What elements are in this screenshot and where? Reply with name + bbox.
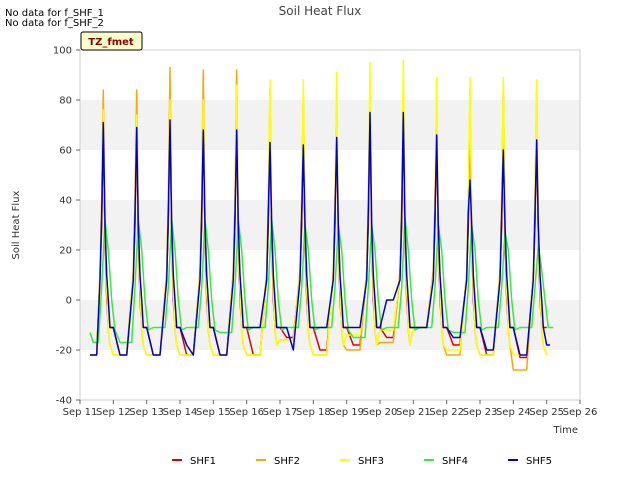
x-tick-label: Sep 15 (196, 407, 231, 418)
x-tick-label: Sep 12 (96, 407, 131, 418)
grid-band (80, 50, 580, 100)
x-tick-label: Sep 26 (563, 407, 598, 418)
y-axis-title: Soil Heat Flux (11, 190, 22, 259)
x-tick-label: Sep 11 (63, 407, 98, 418)
x-tick-label: Sep 17 (263, 407, 298, 418)
soil-heat-flux-chart: -40-20020406080100 Sep 11Sep 12Sep 13Sep… (11, 4, 598, 467)
y-tick-label: -20 (56, 346, 72, 357)
y-tick-label: 80 (59, 96, 72, 107)
x-axis: Sep 11Sep 12Sep 13Sep 14Sep 15Sep 16Sep … (63, 400, 598, 418)
legend-label-shf4: SHF4 (442, 456, 468, 467)
chart-title: Soil Heat Flux (279, 4, 362, 18)
x-tick-label: Sep 22 (429, 407, 464, 418)
x-tick-label: Sep 19 (329, 407, 364, 418)
legend-label-shf1: SHF1 (190, 456, 216, 467)
x-tick-label: Sep 16 (229, 407, 264, 418)
y-tick-label: 100 (53, 46, 72, 57)
y-tick-label: 20 (59, 246, 72, 257)
x-tick-label: Sep 18 (296, 407, 331, 418)
grid-band (80, 100, 580, 150)
y-tick-label: 60 (59, 146, 72, 157)
station-badge-label: TZ_fmet (88, 37, 134, 48)
legend-label-shf5: SHF5 (526, 456, 552, 467)
x-tick-label: Sep 13 (129, 407, 164, 418)
y-tick-label: 0 (66, 296, 72, 307)
station-badge: TZ_fmet (80, 31, 143, 51)
legend: SHF1 SHF2 SHF3 SHF4 SHF5 (172, 456, 552, 467)
x-tick-label: Sep 14 (163, 407, 198, 418)
x-tick-label: Sep 21 (396, 407, 431, 418)
legend-label-shf2: SHF2 (274, 456, 300, 467)
grid-band (80, 350, 580, 400)
y-tick-label: 40 (59, 196, 72, 207)
x-axis-title: Time (553, 425, 578, 436)
x-tick-label: Sep 25 (529, 407, 564, 418)
y-axis: -40 -20 0 20 40 60 80 100 (53, 46, 80, 407)
legend-label-shf3: SHF3 (358, 456, 384, 467)
x-tick-label: Sep 24 (496, 407, 531, 418)
x-tick-label: Sep 23 (463, 407, 498, 418)
y-tick-label: -40 (56, 396, 72, 407)
x-tick-label: Sep 20 (363, 407, 398, 418)
